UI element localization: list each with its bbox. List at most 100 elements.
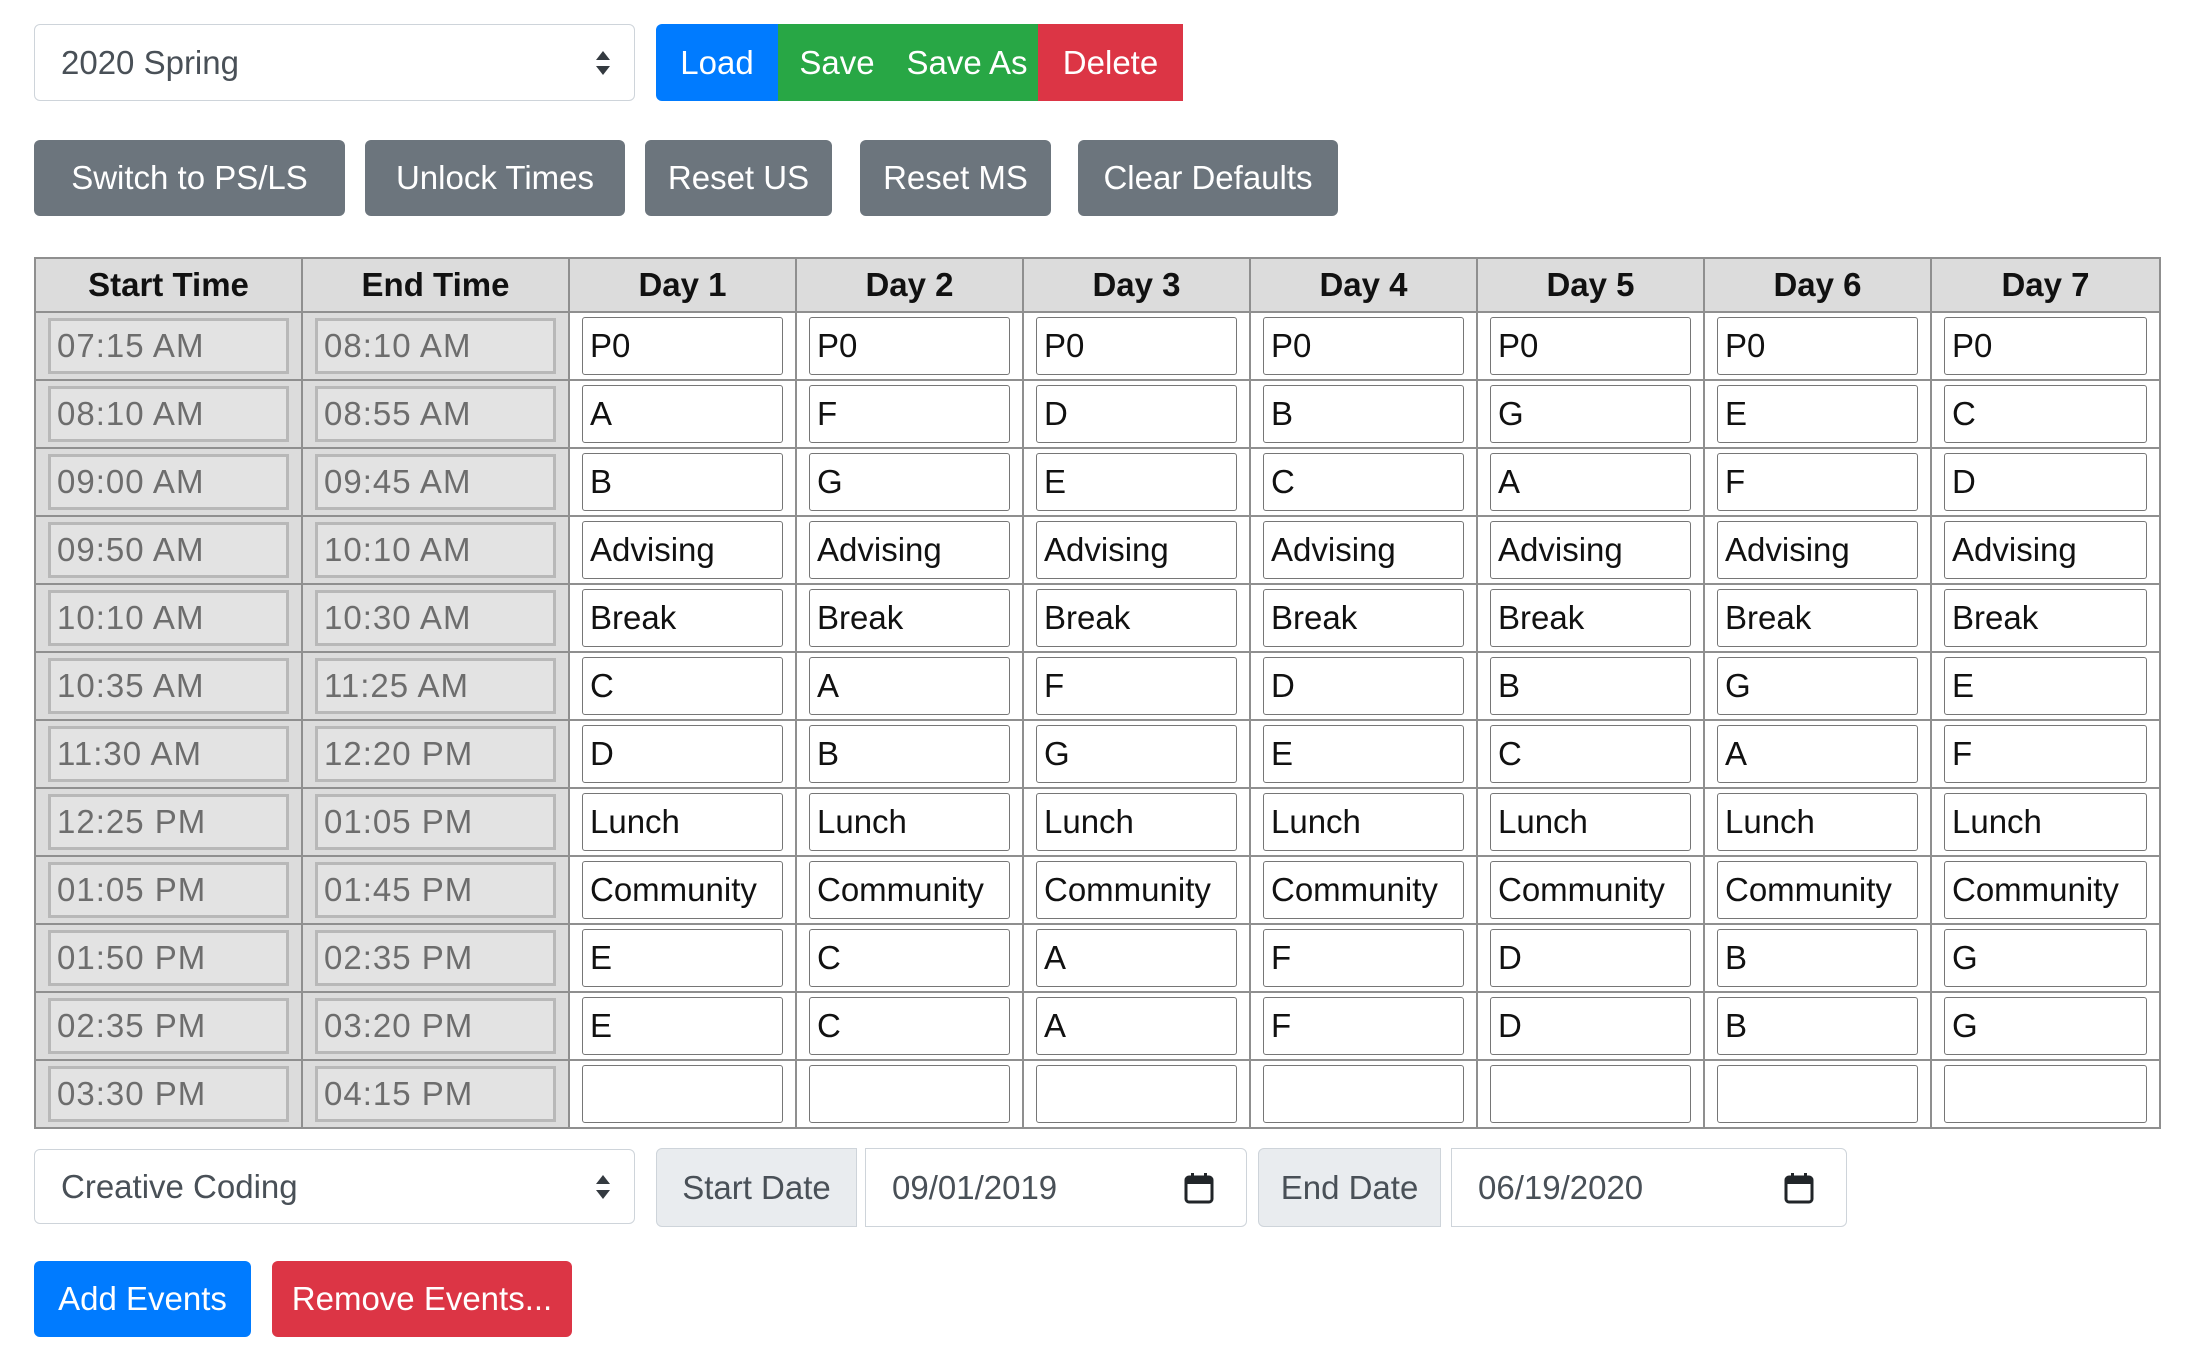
day-4-slot-input[interactable]: P0	[1263, 317, 1464, 375]
day-5-slot-input[interactable]: Advising	[1490, 521, 1691, 579]
start-time-field[interactable]: 12:25 PM	[48, 794, 289, 850]
day-1-slot-input[interactable]: C	[582, 657, 783, 715]
end-time-field[interactable]: 10:30 AM	[315, 590, 556, 646]
day-6-slot-input[interactable]: A	[1717, 725, 1918, 783]
start-time-field[interactable]: 03:30 PM	[48, 1066, 289, 1122]
day-6-slot-input[interactable]: B	[1717, 929, 1918, 987]
day-6-slot-input[interactable]: Community	[1717, 861, 1918, 919]
day-4-slot-input[interactable]: Community	[1263, 861, 1464, 919]
day-7-slot-input[interactable]: Break	[1944, 589, 2147, 647]
unlock-times-button[interactable]: Unlock Times	[365, 140, 625, 216]
day-3-slot-input[interactable]: P0	[1036, 317, 1237, 375]
day-4-slot-input[interactable]	[1263, 1065, 1464, 1123]
end-time-field[interactable]: 11:25 AM	[315, 658, 556, 714]
day-4-slot-input[interactable]: B	[1263, 385, 1464, 443]
day-4-slot-input[interactable]: Break	[1263, 589, 1464, 647]
day-3-slot-input[interactable]: A	[1036, 929, 1237, 987]
day-1-slot-input[interactable]: P0	[582, 317, 783, 375]
day-6-slot-input[interactable]: Break	[1717, 589, 1918, 647]
day-3-slot-input[interactable]: A	[1036, 997, 1237, 1055]
day-5-slot-input[interactable]	[1490, 1065, 1691, 1123]
day-7-slot-input[interactable]	[1944, 1065, 2147, 1123]
day-6-slot-input[interactable]: Lunch	[1717, 793, 1918, 851]
day-5-slot-input[interactable]: G	[1490, 385, 1691, 443]
day-6-slot-input[interactable]: E	[1717, 385, 1918, 443]
day-2-slot-input[interactable]: C	[809, 929, 1010, 987]
course-select[interactable]: Creative Coding	[34, 1149, 635, 1224]
day-2-slot-input[interactable]: Community	[809, 861, 1010, 919]
save-button[interactable]: Save	[778, 24, 896, 101]
end-time-field[interactable]: 09:45 AM	[315, 454, 556, 510]
day-1-slot-input[interactable]: Community	[582, 861, 783, 919]
day-2-slot-input[interactable]	[809, 1065, 1010, 1123]
day-2-slot-input[interactable]: F	[809, 385, 1010, 443]
day-5-slot-input[interactable]: Lunch	[1490, 793, 1691, 851]
end-time-field[interactable]: 08:10 AM	[315, 318, 556, 374]
day-1-slot-input[interactable]: E	[582, 997, 783, 1055]
end-time-field[interactable]: 03:20 PM	[315, 998, 556, 1054]
day-3-slot-input[interactable]: Community	[1036, 861, 1237, 919]
save-as-button[interactable]: Save As	[896, 24, 1038, 101]
day-2-slot-input[interactable]: G	[809, 453, 1010, 511]
day-1-slot-input[interactable]: D	[582, 725, 783, 783]
day-7-slot-input[interactable]: G	[1944, 929, 2147, 987]
day-5-slot-input[interactable]: D	[1490, 929, 1691, 987]
day-2-slot-input[interactable]: Break	[809, 589, 1010, 647]
day-1-slot-input[interactable]: A	[582, 385, 783, 443]
day-3-slot-input[interactable]: Lunch	[1036, 793, 1237, 851]
day-5-slot-input[interactable]: Community	[1490, 861, 1691, 919]
start-time-field[interactable]: 10:10 AM	[48, 590, 289, 646]
start-time-field[interactable]: 10:35 AM	[48, 658, 289, 714]
day-6-slot-input[interactable]: B	[1717, 997, 1918, 1055]
day-5-slot-input[interactable]: D	[1490, 997, 1691, 1055]
day-7-slot-input[interactable]: P0	[1944, 317, 2147, 375]
day-4-slot-input[interactable]: Advising	[1263, 521, 1464, 579]
load-button[interactable]: Load	[656, 24, 778, 101]
day-5-slot-input[interactable]: P0	[1490, 317, 1691, 375]
day-7-slot-input[interactable]: G	[1944, 997, 2147, 1055]
day-7-slot-input[interactable]: D	[1944, 453, 2147, 511]
start-time-field[interactable]: 08:10 AM	[48, 386, 289, 442]
day-2-slot-input[interactable]: C	[809, 997, 1010, 1055]
day-4-slot-input[interactable]: Lunch	[1263, 793, 1464, 851]
day-2-slot-input[interactable]: P0	[809, 317, 1010, 375]
day-4-slot-input[interactable]: C	[1263, 453, 1464, 511]
clear-defaults-button[interactable]: Clear Defaults	[1078, 140, 1338, 216]
day-6-slot-input[interactable]: Advising	[1717, 521, 1918, 579]
start-time-field[interactable]: 07:15 AM	[48, 318, 289, 374]
start-time-field[interactable]: 02:35 PM	[48, 998, 289, 1054]
day-2-slot-input[interactable]: Lunch	[809, 793, 1010, 851]
end-time-field[interactable]: 08:55 AM	[315, 386, 556, 442]
day-5-slot-input[interactable]: B	[1490, 657, 1691, 715]
day-1-slot-input[interactable]: B	[582, 453, 783, 511]
calendar-icon[interactable]	[1184, 1172, 1214, 1204]
day-2-slot-input[interactable]: A	[809, 657, 1010, 715]
start-time-field[interactable]: 09:50 AM	[48, 522, 289, 578]
day-7-slot-input[interactable]: F	[1944, 725, 2147, 783]
day-6-slot-input[interactable]: F	[1717, 453, 1918, 511]
day-5-slot-input[interactable]: A	[1490, 453, 1691, 511]
day-1-slot-input[interactable]	[582, 1065, 783, 1123]
day-7-slot-input[interactable]: Lunch	[1944, 793, 2147, 851]
day-7-slot-input[interactable]: Advising	[1944, 521, 2147, 579]
end-time-field[interactable]: 12:20 PM	[315, 726, 556, 782]
day-3-slot-input[interactable]: D	[1036, 385, 1237, 443]
day-4-slot-input[interactable]: E	[1263, 725, 1464, 783]
reset-ms-button[interactable]: Reset MS	[860, 140, 1051, 216]
remove-events-button[interactable]: Remove Events...	[272, 1261, 572, 1337]
day-2-slot-input[interactable]: Advising	[809, 521, 1010, 579]
day-6-slot-input[interactable]: P0	[1717, 317, 1918, 375]
end-time-field[interactable]: 01:45 PM	[315, 862, 556, 918]
day-3-slot-input[interactable]: E	[1036, 453, 1237, 511]
day-3-slot-input[interactable]: F	[1036, 657, 1237, 715]
add-events-button[interactable]: Add Events	[34, 1261, 251, 1337]
day-1-slot-input[interactable]: Break	[582, 589, 783, 647]
day-1-slot-input[interactable]: Advising	[582, 521, 783, 579]
start-time-field[interactable]: 01:05 PM	[48, 862, 289, 918]
reset-us-button[interactable]: Reset US	[645, 140, 832, 216]
day-6-slot-input[interactable]	[1717, 1065, 1918, 1123]
end-time-field[interactable]: 01:05 PM	[315, 794, 556, 850]
end-time-field[interactable]: 02:35 PM	[315, 930, 556, 986]
day-6-slot-input[interactable]: G	[1717, 657, 1918, 715]
day-5-slot-input[interactable]: C	[1490, 725, 1691, 783]
